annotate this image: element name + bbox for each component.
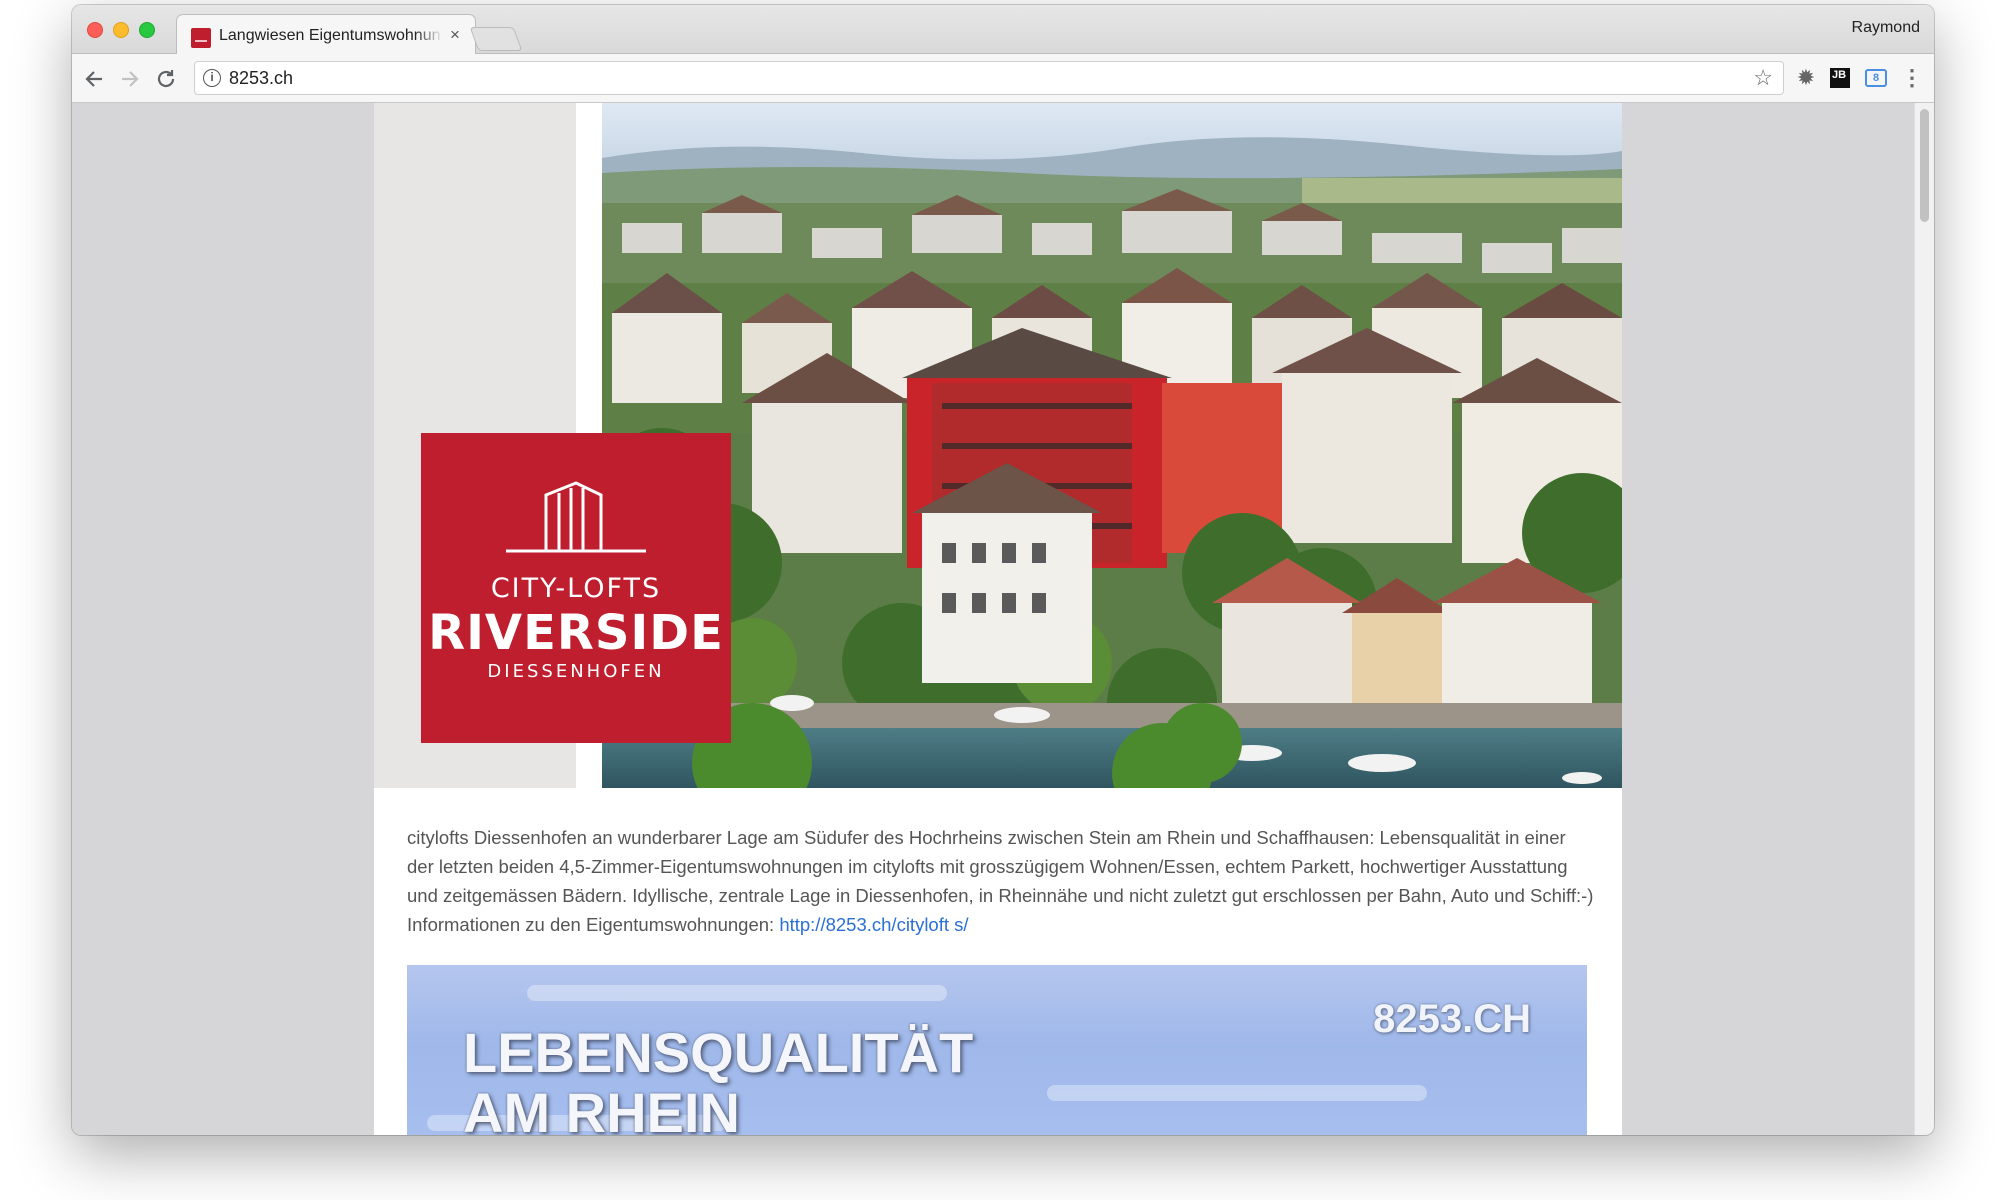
intro-text: citylofts Diessenhofen an wunderbarer La… [407, 827, 1594, 935]
new-tab-button[interactable] [469, 27, 523, 51]
star-icon[interactable]: ☆ [1753, 65, 1773, 91]
building-icon [506, 481, 646, 553]
city-lofts-logo: CITY-LOFTS RIVERSIDE DIESSENHOFEN [421, 433, 731, 743]
banner-cloud-streak [527, 985, 947, 1001]
window-minimize-button[interactable] [113, 22, 129, 38]
cityloft s-link[interactable]: http://8253.ch/cityloft s/ [779, 914, 968, 935]
vertical-scrollbar[interactable] [1914, 103, 1934, 1135]
menu-icon[interactable]: ⋮ [1900, 66, 1924, 90]
browser-toolbar: i 8253.ch ☆ ✹ JB 8 ⋮ [72, 54, 1934, 103]
logo-line2: RIVERSIDE [428, 605, 724, 661]
tab-active[interactable]: Langwiesen Eigentumswohnungen × [176, 14, 476, 55]
tab-close-icon[interactable]: × [445, 24, 465, 46]
logo-line3: DIESSENHOFEN [487, 661, 665, 682]
arrow-left-icon [85, 71, 102, 87]
back-button[interactable] [80, 65, 108, 93]
banner-title: LEBENSQUALITÄT AM RHEIN [463, 1021, 974, 1136]
browser-window: Langwiesen Eigentumswohnungen × Raymond … [72, 5, 1934, 1135]
window-close-button[interactable] [87, 22, 103, 38]
banner-title-line1: LEBENSQUALITÄT [463, 1021, 974, 1084]
intro-paragraph: citylofts Diessenhofen an wunderbarer La… [407, 823, 1597, 939]
reload-button[interactable] [152, 65, 180, 93]
site-favicon-icon [191, 28, 211, 48]
info-icon[interactable]: i [203, 69, 221, 87]
hero-town-photo [602, 103, 1622, 788]
extension-icon[interactable]: 8 [1865, 69, 1887, 87]
profile-name[interactable]: Raymond [1852, 19, 1920, 37]
arrow-right-icon [122, 71, 139, 87]
tab-strip: Langwiesen Eigentumswohnungen × Raymond [72, 5, 1934, 55]
logo-line1: CITY-LOFTS [490, 573, 662, 604]
page-viewport: CITY-LOFTS RIVERSIDE DIESSENHOFEN citylo… [72, 103, 1934, 1135]
banner-brand: 8253.CH [1373, 997, 1531, 1041]
promo-video-banner[interactable]: 8253.CH LEBENSQUALITÄT AM RHEIN [407, 965, 1587, 1135]
tab-title-fade [415, 23, 443, 49]
address-bar[interactable]: i 8253.ch ☆ [194, 61, 1784, 95]
tab-title: Langwiesen Eigentumswohnungen [219, 27, 441, 44]
page-content: CITY-LOFTS RIVERSIDE DIESSENHOFEN citylo… [374, 103, 1622, 1135]
url-text[interactable]: 8253.ch [229, 68, 293, 89]
jb-extension-icon[interactable]: JB [1830, 68, 1850, 88]
forward-button[interactable] [116, 65, 144, 93]
reload-icon [157, 70, 175, 88]
gear-icon[interactable]: ✹ [1794, 66, 1818, 90]
banner-title-line2: AM RHEIN [463, 1081, 740, 1136]
banner-cloud-streak [1047, 1085, 1427, 1101]
scrollbar-thumb[interactable] [1920, 109, 1929, 222]
window-maximize-button[interactable] [139, 22, 155, 38]
